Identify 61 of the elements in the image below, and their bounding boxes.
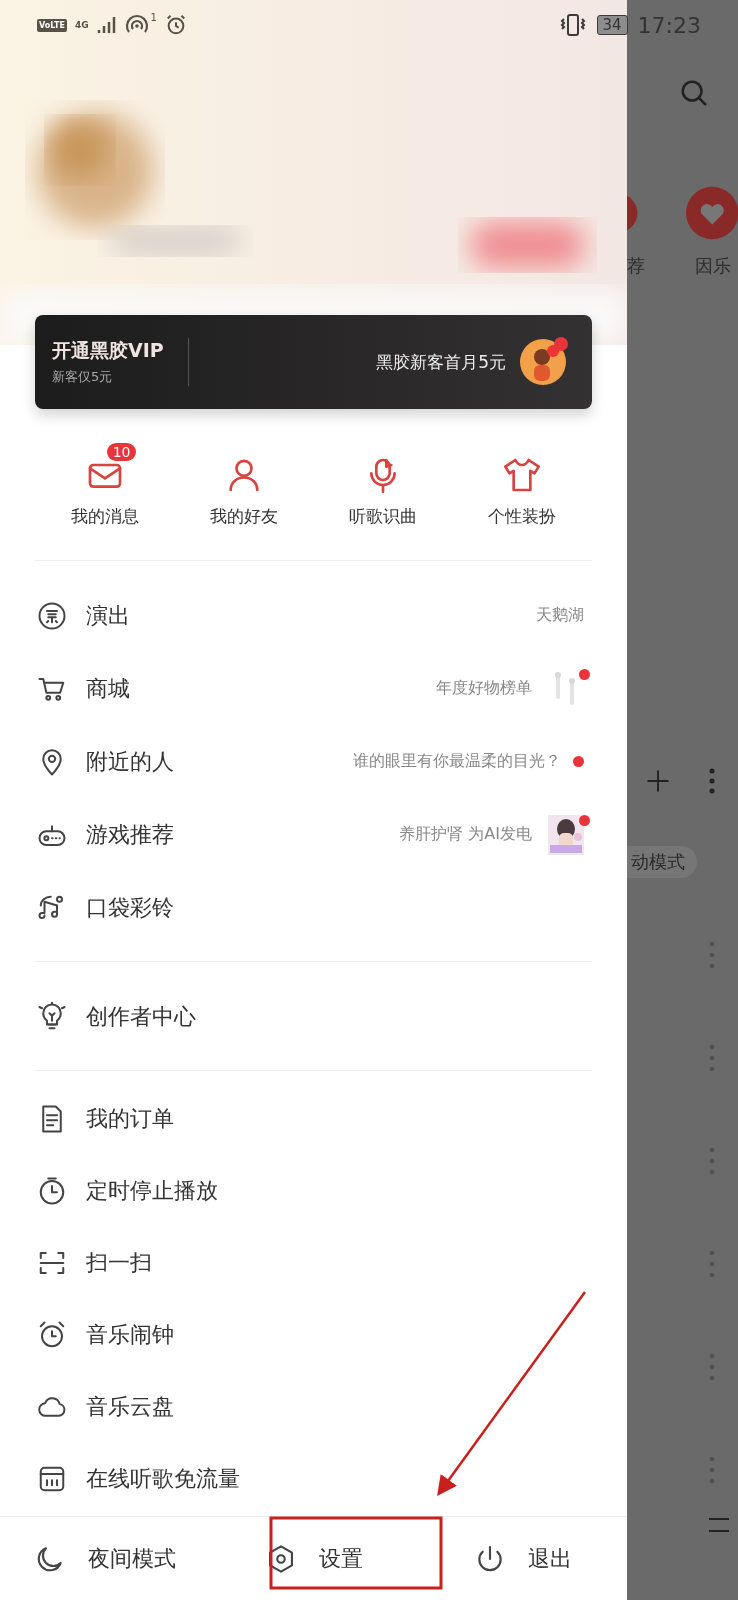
more-icon[interactable] xyxy=(709,1249,715,1279)
more-icon[interactable] xyxy=(709,940,715,970)
quick-action-label: 我的消息 xyxy=(70,505,139,528)
menu-hint: 谁的眼里有你最温柔的目光？ xyxy=(353,751,561,772)
menu-item[interactable]: 在线听歌免流量 xyxy=(35,1443,592,1515)
menu-item[interactable]: 扫一扫 xyxy=(35,1227,592,1299)
menu-item[interactable]: 音乐云盘 xyxy=(35,1371,592,1443)
clock-time: 17:23 xyxy=(637,12,701,38)
more-icon[interactable] xyxy=(709,1352,715,1382)
plus-icon xyxy=(645,768,671,794)
menu-item[interactable]: 定时停止播放 xyxy=(35,1155,592,1227)
quick-action[interactable]: 我的好友 xyxy=(174,441,314,528)
promo-text: 黑胶新客首月5元 xyxy=(376,350,506,374)
quick-action-label: 听歌识曲 xyxy=(349,505,418,528)
menu-label: 在线听歌免流量 xyxy=(86,1465,240,1493)
menu-item[interactable]: 我的订单 xyxy=(35,1083,592,1155)
quick-action-label: 我的好友 xyxy=(209,505,278,528)
menu-item[interactable]: 商城 年度好物榜单 xyxy=(35,652,592,725)
footer-button[interactable]: 退出 xyxy=(418,1517,627,1600)
more-icon[interactable] xyxy=(709,1146,715,1176)
menu-item[interactable]: 游戏推荐 养肝护肾 为AI发电 xyxy=(35,798,592,871)
more-icon[interactable] xyxy=(709,768,715,794)
menu-label: 音乐闹钟 xyxy=(86,1321,174,1349)
menu-hint: 年度好物榜单 xyxy=(436,678,532,699)
footer-button[interactable]: 夜间模式 xyxy=(0,1517,209,1600)
category-label: 荐 xyxy=(627,254,645,278)
menu-item[interactable]: 创作者中心 xyxy=(35,980,592,1053)
count-badge: 10 xyxy=(106,443,137,461)
menu-label: 创作者中心 xyxy=(86,1002,196,1031)
menu-item[interactable]: 音乐闹钟 xyxy=(35,1299,592,1371)
menu-label: 我的订单 xyxy=(86,1105,174,1133)
list-icon[interactable] xyxy=(707,1515,731,1535)
menu-hint: 养肝护肾 为AI发电 xyxy=(399,824,532,845)
search-icon xyxy=(679,78,709,108)
timer-icon xyxy=(37,1176,67,1206)
menu-label: 游戏推荐 xyxy=(86,820,174,849)
footer-button[interactable]: 设置 xyxy=(209,1517,418,1600)
menu-hint: 天鹅湖 xyxy=(536,605,584,626)
menu-item[interactable]: 附近的人 谁的眼里有你最温柔的目光？ xyxy=(35,725,592,798)
category-label: 因乐 xyxy=(695,254,731,278)
alarm-clock-icon xyxy=(37,1320,67,1350)
light-bulb-icon xyxy=(37,1001,67,1032)
menu-label: 定时停止播放 xyxy=(86,1177,218,1205)
menu-label: 附近的人 xyxy=(86,747,174,776)
more-icon[interactable] xyxy=(709,1455,715,1485)
menu-label: 口袋彩铃 xyxy=(86,893,174,922)
vip-subtitle: 新客仅5元 xyxy=(52,368,114,386)
quick-action[interactable]: 10 我的消息 xyxy=(35,441,175,528)
menu-item[interactable]: 演出 天鹅湖 xyxy=(35,579,592,652)
ticket-icon xyxy=(37,600,67,631)
quick-action[interactable]: 个性装扮 xyxy=(452,441,592,528)
menu-label: 音乐云盘 xyxy=(86,1393,174,1421)
menu-item[interactable]: 口袋彩铃 xyxy=(35,871,592,944)
quick-action-label: 个性装扮 xyxy=(488,505,557,528)
quick-action[interactable]: 听歌识曲 xyxy=(313,441,453,528)
calendar-icon xyxy=(37,1464,67,1494)
menu-label: 扫一扫 xyxy=(86,1249,152,1277)
more-icon[interactable] xyxy=(709,1043,715,1073)
menu-label: 演出 xyxy=(86,601,130,630)
vip-title: 开通黑胶VIP xyxy=(52,338,164,363)
menu-label: 商城 xyxy=(86,674,130,703)
